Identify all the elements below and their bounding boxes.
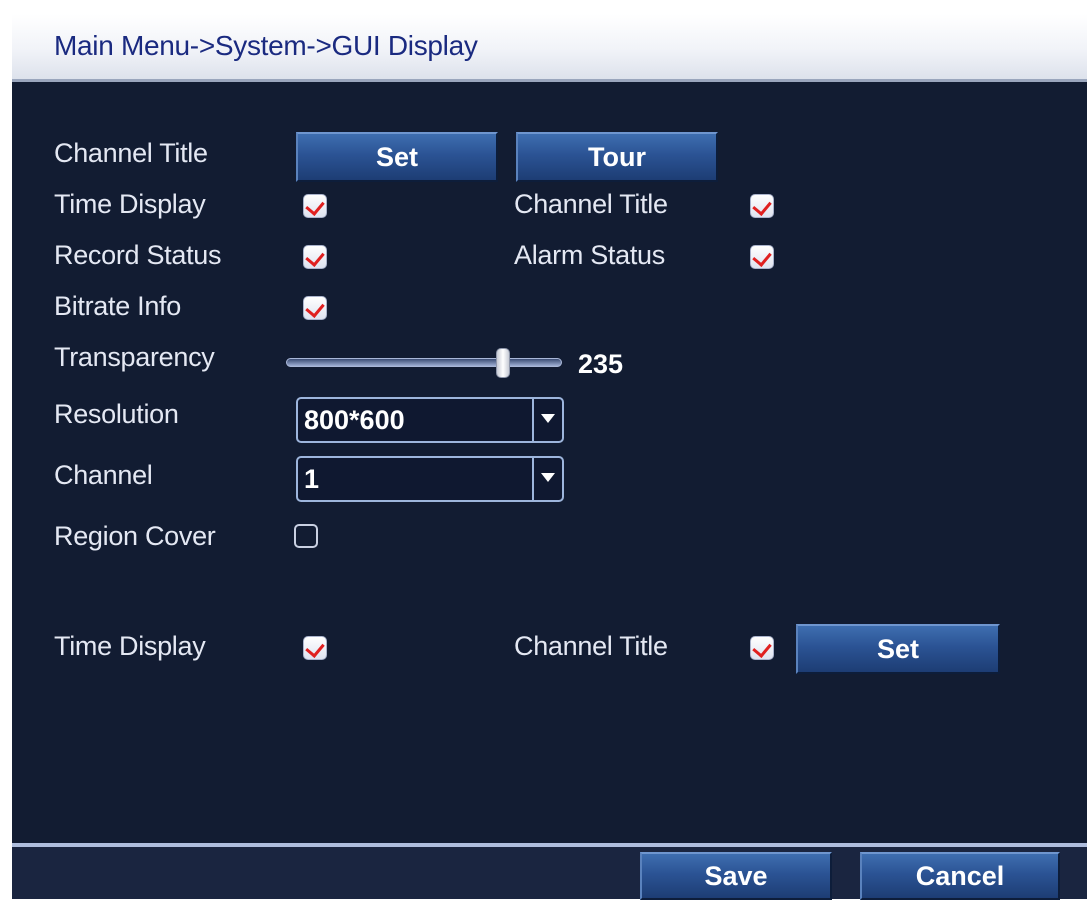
bitrate-info-label: Bitrate Info <box>54 291 181 321</box>
channel-title-label: Channel Title <box>54 138 208 168</box>
alarm-status-label: Alarm Status <box>514 240 665 270</box>
transparency-value: 235 <box>578 349 624 379</box>
time-display-label: Time Display <box>54 189 206 219</box>
transparency-slider[interactable] <box>286 346 562 380</box>
gui-display-window: Main Menu->System->GUI Display Channel T… <box>12 14 1087 900</box>
chevron-down-icon[interactable] <box>532 458 562 500</box>
title-bar: Main Menu->System->GUI Display <box>12 14 1087 82</box>
slider-track <box>286 358 562 367</box>
channel-title-checkbox[interactable] <box>750 194 774 218</box>
cover-set-button[interactable]: Set <box>796 624 1000 674</box>
channel-label: Channel <box>54 460 153 490</box>
bitrate-info-checkbox[interactable] <box>303 296 327 320</box>
cancel-button[interactable]: Cancel <box>860 852 1060 900</box>
channel-title-display-label: Channel Title <box>514 189 668 219</box>
resolution-select[interactable]: 800*600 <box>296 397 564 443</box>
cover-channel-title-checkbox[interactable] <box>750 636 774 660</box>
resolution-value: 800*600 <box>304 405 405 435</box>
record-status-label: Record Status <box>54 240 222 270</box>
cover-channel-title-label: Channel Title <box>514 631 668 661</box>
record-status-checkbox[interactable] <box>303 245 327 269</box>
chevron-down-icon[interactable] <box>532 399 562 441</box>
channel-title-tour-button[interactable]: Tour <box>516 132 718 182</box>
region-cover-label: Region Cover <box>54 521 216 551</box>
resolution-label: Resolution <box>54 399 179 429</box>
cover-time-display-checkbox[interactable] <box>303 636 327 660</box>
breadcrumb-title: Main Menu->System->GUI Display <box>54 30 478 61</box>
cover-time-display-label: Time Display <box>54 631 206 661</box>
slider-thumb[interactable] <box>496 348 510 378</box>
time-display-checkbox[interactable] <box>303 194 327 218</box>
transparency-label: Transparency <box>54 342 215 372</box>
region-cover-checkbox[interactable] <box>294 524 318 548</box>
alarm-status-checkbox[interactable] <box>750 245 774 269</box>
channel-select[interactable]: 1 <box>296 456 564 502</box>
channel-value: 1 <box>304 464 320 494</box>
channel-title-set-button[interactable]: Set <box>296 132 498 182</box>
save-button[interactable]: Save <box>640 852 832 900</box>
